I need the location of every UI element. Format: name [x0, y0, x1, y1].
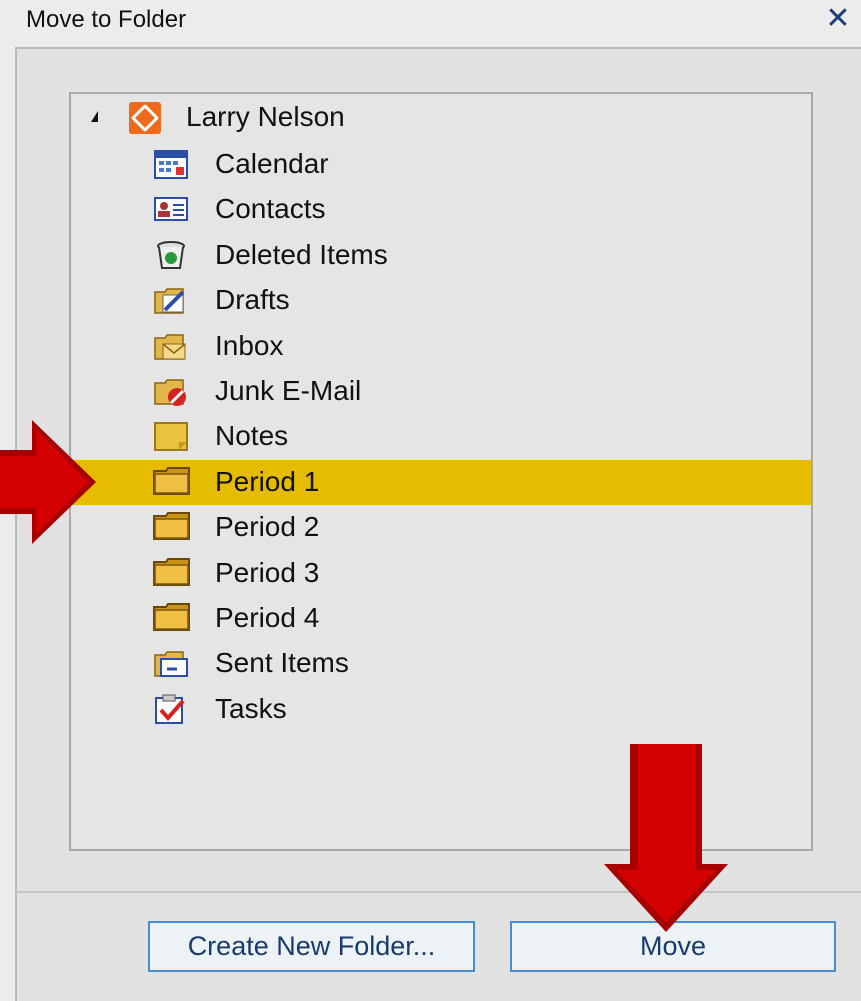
folder-label: Period 2 — [215, 511, 320, 543]
notes-icon — [153, 420, 193, 454]
title-bar: Move to Folder ✕ — [0, 0, 861, 44]
inbox-icon — [153, 330, 193, 364]
folder-item[interactable]: Period 2 — [71, 505, 811, 550]
folder-label: Deleted Items — [215, 238, 388, 270]
folder-label: Contacts — [215, 193, 326, 225]
right-arrow-annotation — [0, 420, 96, 544]
folder-label: Sent Items — [215, 647, 349, 679]
folder-item[interactable]: Notes — [71, 414, 811, 459]
contacts-icon — [153, 193, 193, 227]
drafts-icon — [153, 284, 193, 318]
folder-label: Junk E-Mail — [215, 375, 362, 406]
folder-icon — [153, 557, 193, 591]
folder-item[interactable]: Junk E-Mail — [71, 369, 811, 414]
folder-label: Calendar — [215, 148, 329, 179]
folder-label: Tasks — [215, 692, 287, 724]
mailbox-icon — [129, 102, 161, 134]
dialog-title: Move to Folder — [26, 6, 187, 33]
move-to-folder-dialog: Move to Folder ✕ Larry Nelson Calendar Co… — [0, 0, 861, 1001]
folder-item[interactable]: Drafts — [71, 278, 811, 323]
folder-item[interactable]: Contacts — [71, 187, 811, 232]
folder-label: Period 1 — [215, 465, 320, 497]
folder-icon — [153, 466, 193, 500]
tasks-icon — [153, 693, 193, 727]
deleted-items-icon — [153, 239, 193, 273]
folder-item[interactable]: Period 1 — [71, 459, 811, 505]
tree-root-item[interactable]: Larry Nelson — [91, 97, 791, 141]
folder-item[interactable]: Sent Items — [71, 641, 811, 686]
folder-label: Period 4 — [215, 602, 320, 633]
folder-item[interactable]: Period 4 — [71, 596, 811, 641]
folder-item[interactable]: Deleted Items — [71, 233, 811, 278]
calendar-icon — [153, 148, 193, 182]
divider — [15, 891, 861, 893]
close-icon[interactable]: ✕ — [822, 2, 854, 36]
folder-item[interactable]: Period 3 — [71, 551, 811, 596]
folder-item[interactable]: Calendar — [71, 142, 811, 187]
create-new-folder-button[interactable]: Create New Folder... — [148, 921, 475, 972]
sent-items-icon — [153, 647, 193, 681]
folder-item[interactable]: Inbox — [71, 324, 811, 369]
folder-label: Drafts — [215, 284, 290, 316]
tree-root-label: Larry Nelson — [186, 101, 345, 132]
folder-icon — [153, 511, 193, 545]
folder-label: Period 3 — [215, 556, 320, 588]
folder-label: Inbox — [215, 329, 284, 361]
folder-item[interactable]: Tasks — [71, 687, 811, 732]
expand-triangle-icon[interactable] — [91, 111, 98, 122]
junk-mail-icon — [153, 375, 193, 409]
down-arrow-annotation — [604, 744, 728, 932]
folder-icon — [153, 602, 193, 636]
folder-label: Notes — [215, 420, 289, 452]
